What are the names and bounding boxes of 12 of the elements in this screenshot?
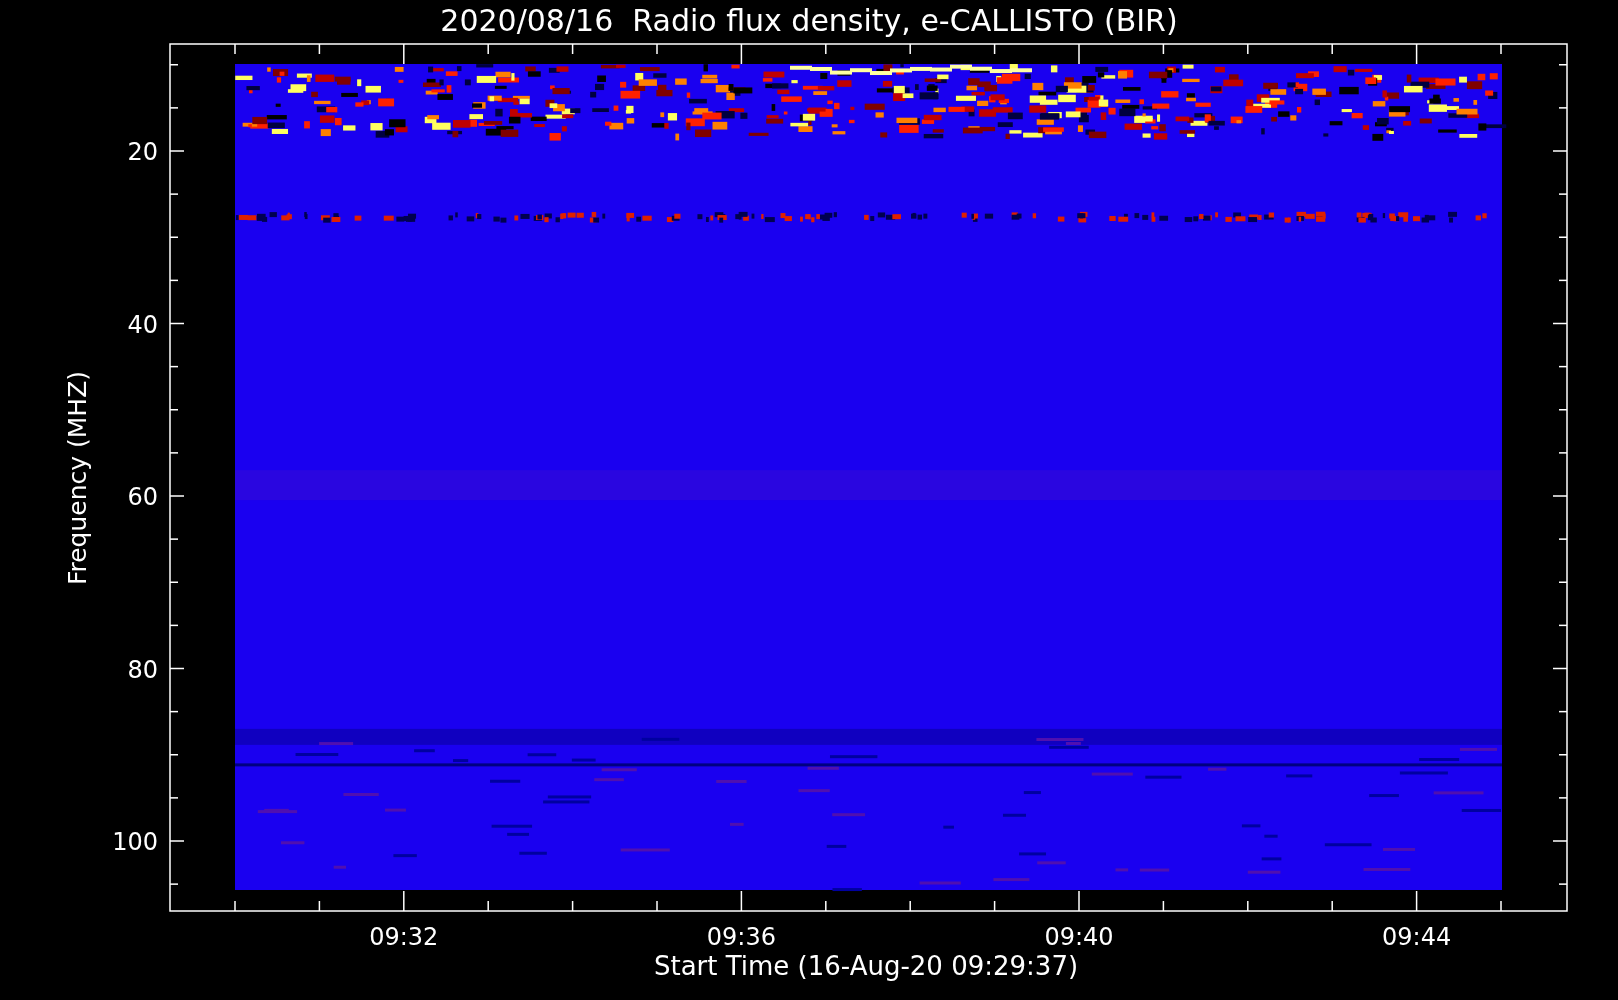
x-tick-label: 09:32 bbox=[369, 923, 439, 951]
y-tick-label: 40 bbox=[127, 310, 158, 339]
x-tick-label: 09:44 bbox=[1382, 923, 1452, 951]
x-tick-label: 09:40 bbox=[1044, 923, 1114, 951]
plot-title: 2020/08/16 Radio flux density, e-CALLISTO (BIR) bbox=[440, 3, 1178, 38]
x-tick-label: 09:36 bbox=[706, 923, 776, 951]
y-tick-label: 100 bbox=[112, 828, 158, 856]
y-axis-label: Frequency (MHZ) bbox=[63, 370, 92, 586]
x-axis-label: Start Time (16-Aug-20 09:29:37) bbox=[653, 951, 1079, 981]
y-tick-label: 20 bbox=[127, 138, 158, 166]
y-tick-label: 60 bbox=[127, 483, 158, 511]
y-tick-label: 80 bbox=[127, 655, 158, 684]
